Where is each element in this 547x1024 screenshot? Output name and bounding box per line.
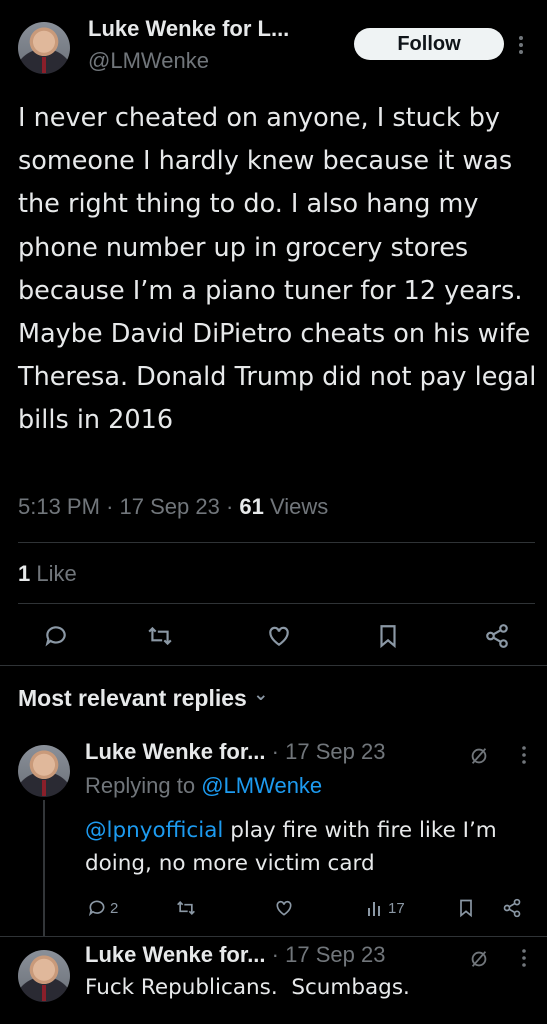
likes-stat[interactable]: 1 Like [18, 561, 77, 587]
author-avatar[interactable] [18, 22, 70, 74]
share-icon[interactable] [502, 898, 522, 918]
more-icon[interactable] [516, 34, 526, 56]
share-icon[interactable] [484, 623, 510, 649]
reply-action-views[interactable]: 17 [367, 898, 405, 918]
reply-text: @lpnyofficial play fire with fire like I… [85, 814, 535, 880]
divider [0, 936, 547, 937]
tweet-time[interactable]: 5:13 PM [18, 494, 100, 519]
reply-avatar[interactable] [18, 745, 70, 797]
reply-count: 2 [110, 899, 119, 917]
divider [18, 603, 535, 604]
reply-date[interactable]: 17 Sep 23 [285, 942, 385, 967]
meta-separator: · [271, 942, 279, 967]
like-icon[interactable] [274, 898, 294, 918]
replies-sort-header[interactable]: Most relevant replies ⌄ [18, 684, 269, 712]
reply-author-name[interactable]: Luke Wenke for... [85, 942, 266, 967]
reply-views-count: 17 [388, 899, 405, 917]
author-handle[interactable]: @LMWenke [88, 48, 209, 74]
author-name[interactable]: Luke Wenke for L... [88, 16, 289, 42]
tweet-text: I never cheated on anyone, I stuck by so… [18, 103, 537, 436]
reply-icon[interactable] [43, 623, 69, 649]
reply-body: Fuck Republicans. Scumbags. [85, 975, 410, 1000]
reply-author-name[interactable]: Luke Wenke for... [85, 739, 266, 764]
divider [18, 542, 535, 543]
views-count: 61 [239, 494, 264, 519]
like-icon[interactable] [266, 623, 292, 649]
replying-to-handle[interactable]: @LMWenke [201, 773, 322, 798]
views-icon [367, 898, 385, 918]
more-icon[interactable] [520, 948, 528, 968]
reply-avatar[interactable] [18, 950, 70, 1002]
meta-separator: · [271, 739, 279, 764]
meta-separator: · [225, 494, 234, 519]
mention-link[interactable]: @lpnyofficial [85, 818, 223, 843]
reply-action-reply[interactable]: 2 [87, 898, 118, 918]
slash-icon[interactable] [468, 745, 490, 767]
replying-to: Replying to @LMWenke [85, 773, 322, 799]
retweet-icon[interactable] [176, 898, 196, 918]
reply-header: Luke Wenke for... · 17 Sep 23 [85, 942, 385, 968]
likes-label: Like [36, 561, 77, 586]
chevron-down-icon: ⌄ [253, 684, 269, 704]
tweet-date[interactable]: 17 Sep 23 [120, 494, 220, 519]
reply-header: Luke Wenke for... · 17 Sep 23 [85, 739, 385, 765]
more-icon[interactable] [520, 745, 528, 765]
follow-button[interactable]: Follow [354, 28, 504, 60]
tweet-meta: 5:13 PM · 17 Sep 23 · 61 Views [18, 494, 328, 520]
replies-sort-label: Most relevant replies [18, 685, 247, 711]
replying-prefix: Replying to [85, 773, 196, 798]
reply-icon [87, 898, 107, 918]
likes-count: 1 [18, 561, 31, 586]
divider [0, 665, 547, 666]
bookmark-icon[interactable] [375, 623, 401, 649]
views-label: Views [270, 494, 329, 519]
meta-separator: · [106, 494, 114, 519]
reply-date[interactable]: 17 Sep 23 [285, 739, 385, 764]
thread-line [43, 800, 45, 936]
slash-icon[interactable] [468, 948, 490, 970]
bookmark-icon[interactable] [456, 898, 476, 918]
retweet-icon[interactable] [147, 623, 173, 649]
